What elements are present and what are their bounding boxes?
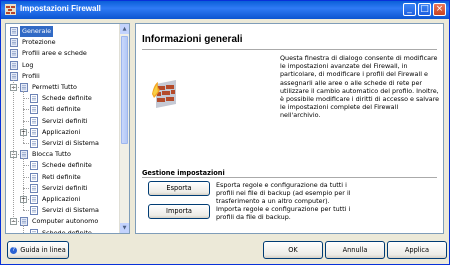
help-button[interactable]: ? Guida in linea [7, 241, 69, 259]
tree-item[interactable]: Profili aree e schede [6, 48, 120, 59]
page-icon [20, 217, 28, 227]
tree-guide-line [23, 158, 24, 211]
maximize-button[interactable]: □ [418, 3, 431, 16]
firewall-app-icon [5, 4, 16, 15]
tree-item-label: Reti definite [42, 172, 81, 181]
section-divider [142, 177, 437, 178]
tree-guide-line [23, 225, 24, 233]
help-icon: ? [10, 246, 18, 254]
tree-item-label: Servizi definiti [42, 116, 88, 125]
page-icon [30, 183, 38, 193]
page-icon [30, 139, 38, 148]
tree-item-label: Blocca Tutto [32, 150, 71, 159]
tree-item-label: Log [22, 60, 34, 69]
section-title: Gestione impostazioni [142, 169, 225, 177]
page-icon [30, 195, 38, 204]
tree-item-label: Profili aree e schede [22, 49, 87, 58]
tree-item-label: Applicazioni [42, 127, 81, 136]
page-icon [10, 27, 18, 36]
page-icon [10, 38, 18, 48]
page-icon [30, 127, 38, 137]
tree-item[interactable]: Protezione [6, 37, 120, 48]
export-button[interactable]: Esporta [148, 181, 210, 196]
tree-item-label: Reti definite [42, 105, 81, 114]
tree-item-label: Applicazioni [42, 195, 81, 203]
tree-item-label: Servizi definiti [42, 183, 88, 192]
page-icon [30, 172, 38, 182]
close-button[interactable]: × [433, 3, 446, 16]
page-icon [20, 150, 28, 160]
import-description: Importa regole e configurazione per tutt… [216, 205, 351, 221]
export-description: Esporta regole e configurazione da tutti… [216, 181, 351, 205]
settings-tree[interactable]: Schede definite − Computer autonomo Servizi… [5, 23, 130, 234]
page-icon [30, 94, 38, 104]
tree-item-label: Permetti Tutto [32, 83, 77, 91]
ok-button[interactable]: OK [263, 241, 323, 259]
tree-item[interactable]: Generale [6, 26, 120, 37]
tree-item[interactable]: Profili [6, 71, 120, 82]
title-bar: Impostazioni Firewall _ □ × [1, 1, 449, 19]
tree-scrollbar[interactable]: ▲ ▼ [119, 24, 129, 233]
page-title: Informazioni generali [142, 34, 243, 45]
tree-guide-line [23, 210, 29, 212]
page-icon [10, 60, 18, 70]
tree-item-label: Generale [20, 26, 54, 37]
tree-item-label: Servizi di Sistema [42, 139, 99, 147]
minimize-button[interactable]: _ [403, 3, 416, 16]
page-icon [30, 105, 38, 115]
tree-item-label: Schede definite [42, 161, 92, 170]
window-title: Impostazioni Firewall [20, 4, 101, 13]
tree-guide-line [23, 232, 29, 233]
tree-item-label: Servizi di Sistema [42, 206, 99, 215]
firewall-wall-icon [152, 80, 176, 108]
help-label: Guida in linea [20, 246, 66, 254]
scroll-down-icon[interactable]: ▼ [120, 223, 129, 233]
apply-button[interactable]: Applica [387, 241, 447, 259]
import-button[interactable]: Importa [148, 204, 210, 219]
tree-guide-line [23, 91, 24, 143]
tree-item-label: Schede definite [42, 228, 92, 234]
page-icon [30, 116, 38, 126]
title-divider [142, 49, 437, 50]
tree-guide-line [23, 143, 29, 144]
tree-item-label: Protezione [22, 38, 56, 47]
page-icon [10, 71, 18, 81]
page-icon [30, 161, 38, 171]
tree-item[interactable]: Log [6, 60, 120, 71]
tree-item-label: Profili [22, 71, 40, 80]
firewall-settings-window: Impostazioni Firewall _ □ × Schede defin… [0, 0, 450, 265]
page-icon [10, 49, 18, 59]
page-icon [30, 228, 38, 233]
scroll-thumb[interactable] [121, 36, 128, 144]
cancel-button[interactable]: Annulla [325, 241, 385, 259]
description-text: Questa finestra di dialogo consente di m… [280, 54, 440, 120]
tree-item-label: Computer autonomo [32, 217, 99, 226]
tree-item-label: Schede definite [42, 94, 92, 103]
page-icon [20, 83, 28, 92]
scroll-up-icon[interactable]: ▲ [120, 24, 129, 34]
page-icon [30, 206, 38, 216]
content-panel: Informazioni generali Questa finestra di… [135, 23, 444, 234]
tree-guide-line [13, 79, 14, 222]
